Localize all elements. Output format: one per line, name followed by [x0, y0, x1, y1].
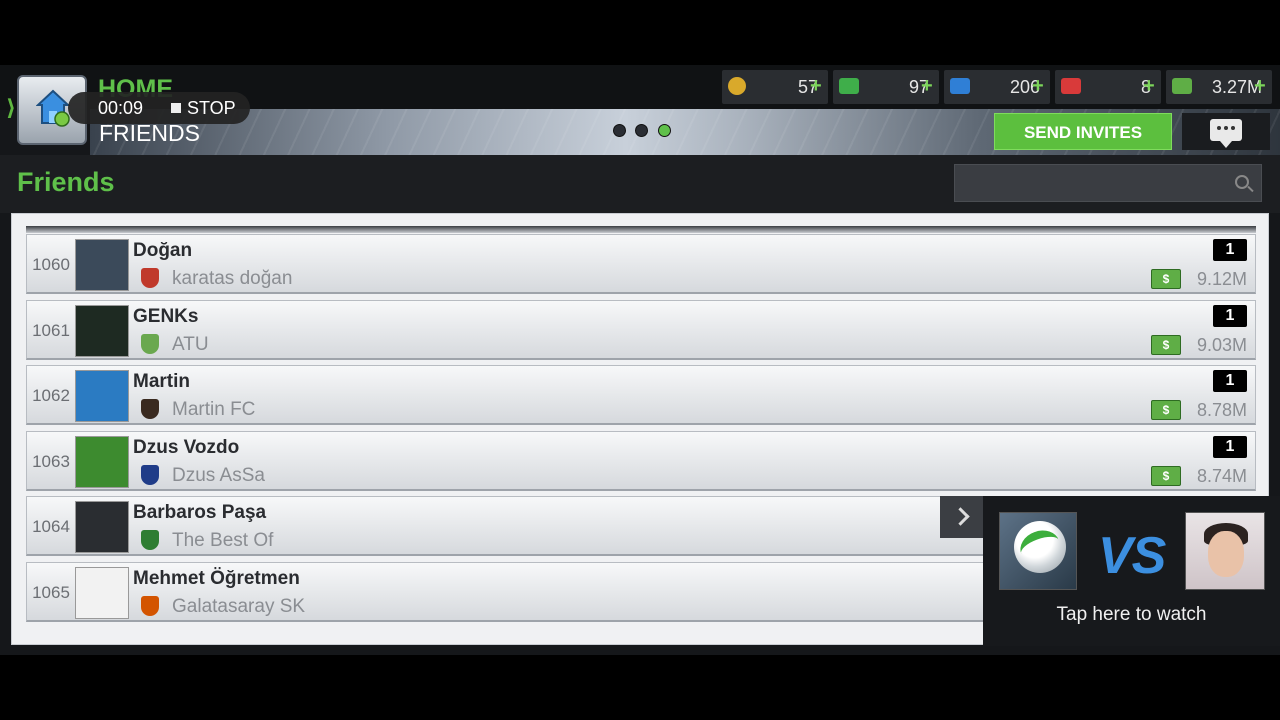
level-badge: 1 — [1213, 239, 1247, 261]
friend-avatar — [75, 370, 129, 423]
club-name: The Best Of — [172, 530, 274, 552]
stop-label: STOP — [187, 98, 236, 118]
cash-icon: $ — [1151, 400, 1181, 421]
add-health-button[interactable]: + — [1143, 75, 1155, 98]
friend-name: Barbaros Paşa — [133, 502, 267, 524]
friend-avatar — [75, 239, 129, 291]
add-money-button[interactable]: + — [1254, 75, 1266, 98]
avatar-face — [1208, 531, 1244, 577]
rank: 1064 — [32, 517, 70, 537]
club-name: Galatasaray SK — [172, 596, 306, 617]
club-value: 8.74M — [1196, 465, 1247, 486]
popup-collapse-button[interactable] — [940, 496, 984, 538]
page-dot-active[interactable] — [657, 124, 671, 137]
game-screen: ⟩ HOME FRIENDS 00:09 STOP 57 +97 +206 +8 +3.… — [0, 65, 1280, 655]
level-badge: 1 — [1213, 304, 1247, 327]
cash-icon: $ — [1151, 334, 1181, 355]
cash-green-icon — [839, 78, 859, 94]
watch-caption[interactable]: Tap here to watch — [983, 604, 1280, 626]
friend-avatar — [75, 501, 129, 554]
friends-panel-header: Friends — [0, 155, 1280, 213]
rank: 1065 — [32, 583, 70, 602]
club-crest-icon — [141, 464, 159, 485]
friend-name: GENKs — [133, 305, 199, 327]
opponent-avatar — [1185, 512, 1265, 590]
add-energy-button[interactable]: + — [1032, 75, 1044, 98]
cash-icon: $ — [1151, 269, 1181, 289]
opponent-club-avatar — [999, 512, 1077, 590]
list-scroll-edge — [26, 226, 1256, 233]
friend-name: Dzus Vozdo — [133, 436, 240, 458]
friend-avatar — [75, 567, 129, 619]
energy-icon — [950, 78, 970, 94]
friend-row[interactable]: 1062 Martin Martin FC 1 $8.78M — [26, 365, 1256, 426]
money-icon — [1172, 78, 1192, 94]
friend-row[interactable]: 1061 GENKs ATU 1 $9.03M — [26, 299, 1256, 360]
chat-button[interactable] — [1182, 113, 1270, 150]
ball-icon — [1014, 521, 1066, 573]
cash-icon: $ — [1151, 465, 1181, 486]
search-box[interactable] — [954, 164, 1262, 202]
friend-avatar — [75, 304, 129, 357]
club-crest-icon — [141, 596, 159, 616]
club-value: 9.03M — [1196, 334, 1247, 355]
home-icon — [36, 89, 70, 127]
club-crest-icon — [141, 333, 159, 354]
friend-row[interactable]: 1060 Doğan karatas doğan 1 $9.12M — [26, 234, 1256, 294]
club-name: karatas doğan — [172, 268, 293, 289]
section-title: FRIENDS — [99, 120, 200, 146]
page-indicator — [613, 124, 676, 142]
club-value: 8.78M — [1196, 400, 1247, 421]
recording-indicator[interactable]: 00:09 STOP — [68, 92, 250, 124]
friend-row[interactable]: 1063 Dzus Vozdo Dzus AsSa 1 $8.74M — [26, 430, 1256, 491]
rank: 1062 — [32, 386, 70, 406]
club-crest-icon — [141, 399, 159, 420]
friend-name: Mehmet Öğretmen — [133, 568, 300, 589]
level-badge: 1 — [1213, 370, 1247, 393]
recording-time: 00:09 — [98, 98, 144, 118]
club-name: Martin FC — [172, 399, 256, 421]
vs-label: VS — [1098, 527, 1166, 585]
club-crest-icon — [141, 530, 159, 551]
page-dot[interactable] — [635, 124, 649, 137]
club-name: ATU — [172, 333, 209, 355]
club-crest-icon — [141, 268, 159, 288]
add-cash-green-button[interactable]: + — [921, 75, 933, 98]
friend-name: Martin — [133, 371, 190, 393]
rank: 1061 — [32, 320, 70, 340]
level-badge: 1 — [1213, 435, 1247, 458]
search-input[interactable] — [955, 165, 1225, 201]
back-arrow-icon[interactable]: ⟩ — [6, 95, 16, 121]
friend-name: Doğan — [133, 240, 193, 261]
stop-icon — [171, 103, 181, 113]
health-icon — [1061, 78, 1081, 94]
club-name: Dzus AsSa — [172, 464, 265, 486]
panel-title: Friends — [17, 167, 115, 197]
rank: 1063 — [32, 451, 70, 471]
page-dot[interactable] — [613, 124, 626, 137]
match-popup[interactable]: VS Tap here to watch — [983, 496, 1280, 646]
rank: 1060 — [32, 255, 70, 274]
add-tokens-button[interactable]: + — [810, 75, 822, 98]
friend-avatar — [75, 435, 129, 488]
search-icon[interactable] — [1235, 175, 1249, 189]
chat-icon — [1210, 119, 1242, 148]
tokens-icon — [728, 77, 746, 95]
club-value: 9.12M — [1196, 269, 1247, 289]
send-invites-button[interactable]: SEND INVITES — [994, 113, 1172, 150]
